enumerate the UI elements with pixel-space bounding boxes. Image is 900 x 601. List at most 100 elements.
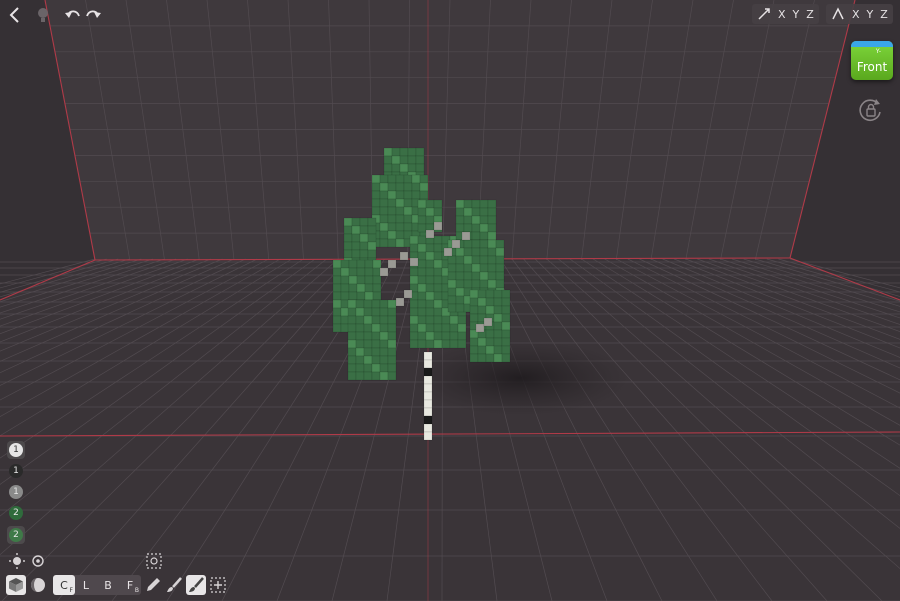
foliage-voxel	[457, 339, 467, 349]
mirror-z-toggle[interactable]: Z	[806, 8, 814, 21]
foliage-voxel	[487, 207, 497, 217]
foliage-voxel	[371, 206, 381, 216]
foliage-voxel	[417, 199, 427, 209]
layer-item-5[interactable]: 2	[7, 526, 25, 544]
foliage-voxel	[501, 297, 511, 307]
foliage-voxel	[479, 199, 489, 209]
foliage-voxel	[487, 215, 497, 225]
branch-voxel	[475, 323, 485, 333]
mode-cube-button[interactable]: CF	[53, 575, 75, 595]
foliage-voxel	[332, 307, 342, 317]
select-center-icon[interactable]	[144, 551, 164, 571]
render-sphere-icon[interactable]	[28, 575, 48, 595]
view-cube[interactable]: Y- Front	[851, 41, 893, 80]
foliage-voxel	[433, 283, 443, 293]
foliage-voxel	[411, 174, 421, 184]
trunk-voxel	[423, 359, 433, 369]
foliage-voxel	[379, 299, 389, 309]
voxel-cube-icon[interactable]	[6, 575, 26, 595]
foliage-voxel	[355, 331, 365, 341]
redo-icon[interactable]	[80, 3, 106, 27]
foliage-voxel	[463, 215, 473, 225]
branch-voxel	[425, 229, 435, 239]
foliage-voxel	[425, 275, 435, 285]
foliage-voxel	[441, 339, 451, 349]
foliage-voxel	[409, 275, 419, 285]
layer-item-2[interactable]: 1	[7, 462, 25, 480]
foliage-voxel	[471, 271, 481, 281]
symmetry-z-toggle[interactable]: Z	[880, 8, 888, 21]
mode-face-button[interactable]: FB	[119, 575, 141, 595]
foliage-voxel	[351, 225, 361, 235]
foliage-voxel	[372, 291, 382, 301]
foliage-voxel	[379, 339, 389, 349]
foliage-voxel	[379, 182, 389, 192]
lock-rotation-icon[interactable]	[858, 96, 884, 124]
light-settings-icon[interactable]	[7, 551, 27, 571]
foliage-voxel	[433, 331, 443, 341]
foliage-voxel	[425, 199, 435, 209]
voxel-viewport[interactable]	[0, 0, 900, 601]
mode-box-button[interactable]: B	[97, 575, 119, 595]
pencil-icon[interactable]	[143, 575, 163, 595]
view-cube-top	[851, 41, 893, 47]
foliage-voxel	[417, 323, 427, 333]
foliage-voxel	[364, 291, 374, 301]
foliage-voxel	[493, 321, 503, 331]
mirror-x-toggle[interactable]: X	[778, 8, 786, 21]
foliage-voxel	[379, 198, 389, 208]
foliage-voxel	[387, 214, 397, 224]
foliage-voxel	[495, 279, 505, 289]
foliage-voxel	[332, 315, 342, 325]
mirror-icon[interactable]	[757, 7, 771, 21]
symmetry-y-toggle[interactable]: Y	[867, 8, 874, 21]
foliage-voxel	[455, 207, 465, 217]
layer-item-1[interactable]: 1	[7, 441, 25, 459]
layer-item-3[interactable]: 1	[7, 483, 25, 501]
foliage-voxel	[355, 299, 365, 309]
back-icon[interactable]	[2, 3, 28, 27]
branch-voxel	[483, 317, 493, 327]
lightbulb-icon[interactable]	[30, 3, 56, 27]
foliage-voxel	[477, 305, 487, 315]
trunk-voxel	[423, 399, 433, 409]
foliage-voxel	[479, 223, 489, 233]
symmetry-x-toggle[interactable]: X	[852, 8, 860, 21]
edit-mode-group: CF L B FB	[53, 575, 141, 595]
foliage-voxel	[471, 223, 481, 233]
symmetry-icon[interactable]	[831, 7, 845, 21]
foliage-voxel	[463, 207, 473, 217]
foliage-voxel	[487, 223, 497, 233]
foliage-voxel	[371, 174, 381, 184]
foliage-voxel	[363, 355, 373, 365]
paint-brush-icon[interactable]	[186, 575, 206, 595]
scene-settings-icon[interactable]	[28, 551, 48, 571]
foliage-voxel	[433, 323, 443, 333]
foliage-voxel	[395, 174, 405, 184]
foliage-voxel	[485, 345, 495, 355]
foliage-voxel	[347, 347, 357, 357]
foliage-voxel	[343, 249, 353, 259]
foliage-voxel	[441, 315, 451, 325]
mode-line-button[interactable]: L	[75, 575, 97, 595]
layer-item-4[interactable]: 2	[7, 504, 25, 522]
foliage-voxel	[417, 223, 427, 233]
branch-voxel	[387, 259, 397, 269]
foliage-voxel	[433, 259, 443, 269]
foliage-voxel	[363, 315, 373, 325]
foliage-voxel	[425, 259, 435, 269]
foliage-voxel	[495, 263, 505, 273]
foliage-voxel	[417, 331, 427, 341]
foliage-voxel	[348, 275, 358, 285]
foliage-voxel	[409, 307, 419, 317]
select-transform-icon[interactable]	[208, 575, 228, 595]
foliage-voxel	[463, 255, 473, 265]
brush-icon[interactable]	[164, 575, 184, 595]
mirror-y-toggle[interactable]: Y	[793, 8, 800, 21]
foliage-voxel	[487, 247, 497, 257]
foliage-voxel	[387, 331, 397, 341]
branch-voxel	[379, 267, 389, 277]
foliage-voxel	[409, 299, 419, 309]
foliage-voxel	[348, 283, 358, 293]
foliage-voxel	[419, 174, 429, 184]
